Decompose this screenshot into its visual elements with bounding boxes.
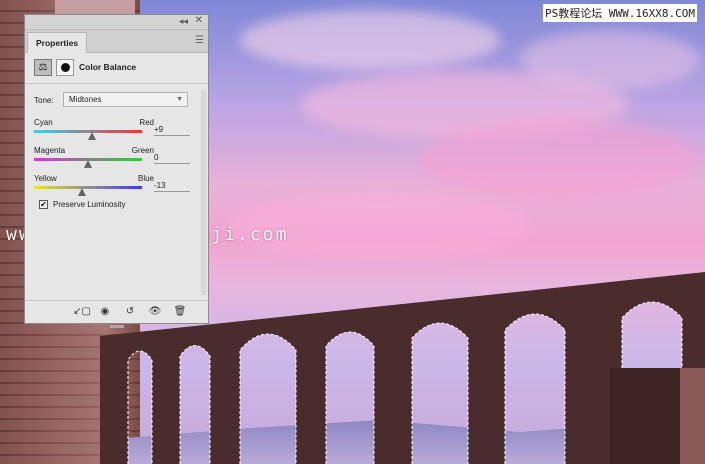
panel-bottom-toolbar: ↙▢ ◉ ↺ 👁 🗑 <box>25 300 208 323</box>
chevron-down-icon: ▼ <box>176 96 183 103</box>
visibility-eye-icon[interactable]: 👁 <box>146 304 164 320</box>
watermark-top: PS教程论坛 WWW.16XX8.COM <box>543 4 697 22</box>
panel-content: Tone: Midtones ▼ Cyan Red +9 Magenta Gre… <box>25 84 208 306</box>
clip-to-layer-icon[interactable]: ↙▢ <box>73 304 91 320</box>
adjustment-title: Color Balance <box>79 62 137 72</box>
trash-icon[interactable]: 🗑 <box>171 304 189 320</box>
yellow-blue-slider[interactable]: Yellow Blue -13 <box>34 174 194 200</box>
slider-left-label: Magenta <box>34 146 66 155</box>
slider-left-label: Yellow <box>34 174 57 183</box>
slider-left-label: Cyan <box>34 118 53 127</box>
magenta-green-slider[interactable]: Magenta Green 0 <box>34 146 194 172</box>
preserve-luminosity-label: Preserve Luminosity <box>53 200 126 209</box>
close-icon[interactable]: ✕ <box>195 15 203 26</box>
castle-wall-light <box>680 368 705 464</box>
preserve-luminosity-checkbox[interactable]: ✔ <box>39 200 48 209</box>
collapse-icon[interactable]: ◂◂ <box>179 16 188 27</box>
slider-right-label: Green <box>131 146 154 155</box>
slider-thumb[interactable] <box>77 188 86 196</box>
panel-scrollbar[interactable] <box>201 90 206 295</box>
adjustment-header: ⚖ Color Balance <box>25 53 208 84</box>
slider-right-label: Blue <box>137 174 154 183</box>
tone-selected-value: Midtones <box>69 95 102 104</box>
tab-properties[interactable]: Properties <box>27 32 88 53</box>
marquee-path <box>621 301 683 368</box>
properties-panel: ◂◂ ✕ Properties ☰ ⚖ Color Balance Tone: … <box>24 14 209 328</box>
slider-track[interactable] <box>34 186 142 189</box>
view-previous-icon[interactable]: ◉ <box>96 304 114 320</box>
reset-icon[interactable]: ↺ <box>121 304 139 320</box>
resize-grip[interactable] <box>110 325 124 328</box>
slider-value-field[interactable]: 0 <box>154 152 190 164</box>
slider-right-label: Red <box>139 118 154 127</box>
slider-thumb[interactable] <box>84 160 92 168</box>
slider-value-field[interactable]: +9 <box>154 124 190 136</box>
slider-value-field[interactable]: -13 <box>154 180 190 192</box>
tone-label: Tone: <box>34 96 54 105</box>
cyan-red-slider[interactable]: Cyan Red +9 <box>34 118 194 144</box>
balance-scale-icon[interactable]: ⚖ <box>34 59 52 76</box>
panel-menu-icon[interactable]: ☰ <box>195 35 204 46</box>
layer-mask-icon[interactable] <box>56 59 74 76</box>
tab-bar: Properties ☰ <box>25 30 208 53</box>
panel-titlebar[interactable]: ◂◂ ✕ <box>25 15 208 30</box>
slider-thumb[interactable] <box>88 132 97 140</box>
tone-dropdown[interactable]: Midtones ▼ <box>63 92 188 107</box>
